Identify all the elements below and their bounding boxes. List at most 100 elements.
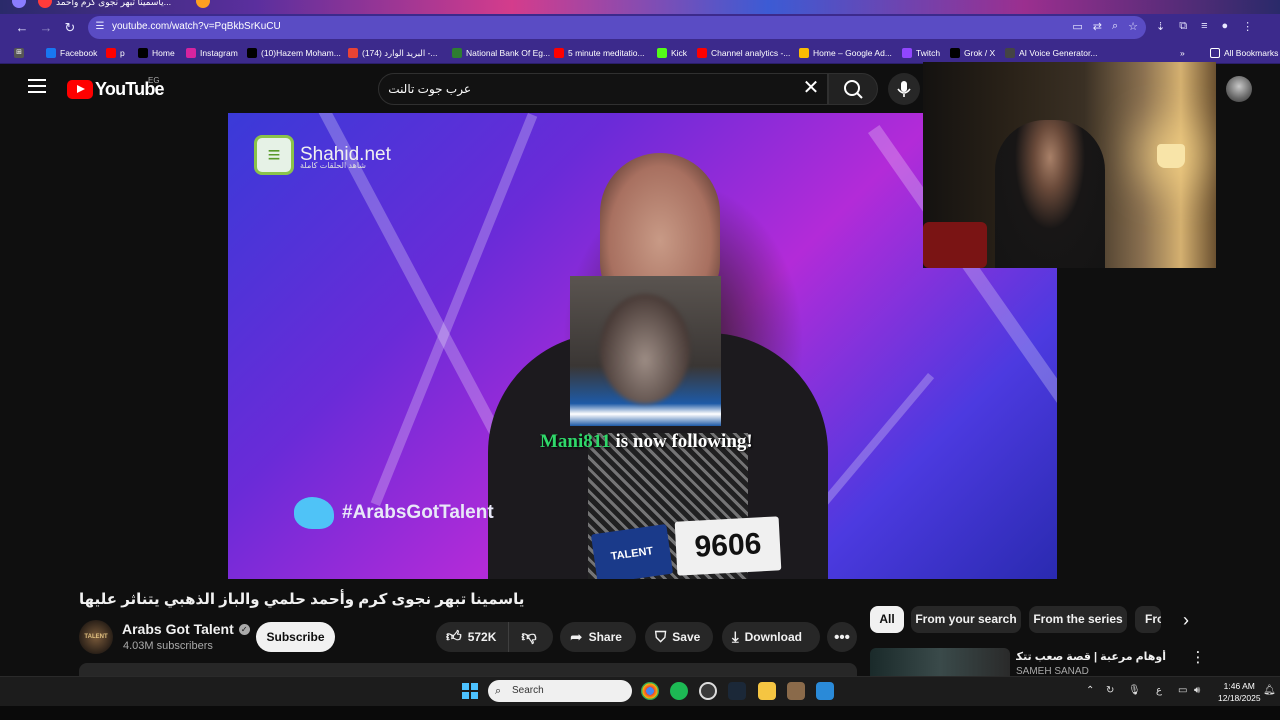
site-info-icon[interactable]: ☰: [94, 21, 106, 33]
screen: ياسمينا تبهر نجوى كرم وأحمد... ← → ↻ ☰ y…: [0, 0, 1280, 720]
translate-icon[interactable]: ⇄: [1093, 20, 1102, 33]
tab-title[interactable]: ياسمينا تبهر نجوى كرم وأحمد...: [56, 0, 171, 8]
bookmark-item[interactable]: Channel analytics -...: [697, 46, 790, 60]
network-icon[interactable]: ▭: [1178, 685, 1187, 696]
description-box[interactable]: [79, 663, 857, 677]
browser-menu-icon[interactable]: ⋮: [1242, 20, 1253, 33]
more-actions-button[interactable]: •••: [827, 622, 857, 652]
photos-icon[interactable]: [816, 682, 834, 700]
search-query[interactable]: عرب جوت تالنت: [388, 82, 471, 96]
save-button[interactable]: ⛉ Save: [645, 622, 713, 652]
tiktok-icon: [247, 48, 257, 58]
spotify-icon[interactable]: [670, 682, 688, 700]
voice-search-button[interactable]: [888, 73, 920, 105]
dislike-button[interactable]: 👎︎: [509, 628, 536, 646]
clear-search-icon[interactable]: ✕: [801, 78, 821, 98]
bookmark-label: p: [120, 48, 125, 58]
channel-name[interactable]: Arabs Got Talent: [122, 621, 234, 637]
windows-start-icon[interactable]: [462, 683, 478, 699]
system-clock[interactable]: 1:46 AM 12/18/2025: [1218, 680, 1261, 704]
taskbar-search[interactable]: ⌕ Search: [488, 680, 632, 702]
file-explorer-icon[interactable]: [758, 682, 776, 700]
bookmark-label: 5 minute meditatio...: [568, 48, 645, 58]
bookmark-item[interactable]: (174) البريد الوارد -...: [348, 46, 438, 60]
profile-icon[interactable]: ●: [1222, 20, 1229, 33]
hashtag-overlay: #ArabsGotTalent: [294, 497, 494, 529]
bookmark-item[interactable]: Facebook: [46, 46, 97, 60]
all-bookmarks-button[interactable]: All Bookmarks: [1210, 46, 1278, 60]
bookmark-item[interactable]: Twitch: [902, 46, 940, 60]
forward-icon[interactable]: →: [36, 18, 56, 38]
download-indicator-icon[interactable]: ⇣: [1156, 20, 1165, 33]
channel-name-link[interactable]: Arabs Got Talent ✓: [122, 621, 250, 637]
chip-all[interactable]: All: [870, 606, 904, 633]
share-button[interactable]: ➦ Share: [560, 622, 636, 652]
bookmark-item[interactable]: Home – Google Ad...: [799, 46, 892, 60]
bookmark-item[interactable]: Instagram: [186, 46, 238, 60]
volume-icon[interactable]: 🔊︎: [1194, 685, 1200, 696]
streamer-webcam: [923, 62, 1216, 268]
bookmark-label: Instagram: [200, 48, 238, 58]
url-text[interactable]: youtube.com/watch?v=PqBkbSrKuCU: [112, 21, 281, 32]
taskbar-search-placeholder: Search: [512, 685, 544, 696]
language-indicator[interactable]: ع: [1156, 685, 1162, 696]
download-button[interactable]: ⤓ Download: [722, 622, 820, 652]
webcam-lamp: [1157, 144, 1185, 168]
app-icon[interactable]: [787, 682, 805, 700]
obs-icon[interactable]: [699, 682, 717, 700]
bookmark-item[interactable]: AI Voice Generator...: [1005, 46, 1097, 60]
subscribe-button[interactable]: Subscribe: [256, 622, 335, 652]
account-avatar[interactable]: [1226, 76, 1252, 102]
bookmark-item[interactable]: 5 minute meditatio...: [554, 46, 645, 60]
cast-icon[interactable]: ▭: [1072, 20, 1082, 33]
zoom-icon[interactable]: ⌕: [1112, 20, 1118, 33]
tray-overflow-icon[interactable]: ⌃: [1086, 685, 1094, 696]
tray-sync-icon[interactable]: ↻: [1106, 685, 1114, 696]
like-button[interactable]: 👍︎ 572K: [436, 622, 510, 652]
recommendation-thumbnail[interactable]: [870, 648, 1010, 676]
youtube-tab-icon[interactable]: [38, 0, 52, 8]
contestant-number: 9606: [674, 516, 782, 576]
channel-avatar[interactable]: TALENT: [79, 620, 113, 654]
bookmark-star-icon[interactable]: ☆: [1128, 20, 1138, 33]
bookmark-label: National Bank Of Eg...: [466, 48, 551, 58]
extensions-icon[interactable]: ⧉: [1179, 20, 1187, 33]
tab-favicon[interactable]: [12, 0, 26, 8]
bookmark-item[interactable]: National Bank Of Eg...: [452, 46, 550, 60]
address-bar[interactable]: ☰ youtube.com/watch?v=PqBkbSrKuCU ▭ ⇄ ⌕ …: [88, 16, 1146, 39]
tray-mic-icon[interactable]: 🎙︎: [1128, 685, 1141, 696]
chevron-right-icon[interactable]: ›: [1174, 608, 1198, 632]
search-input[interactable]: عرب جوت تالنت: [378, 73, 828, 105]
chrome-icon[interactable]: [641, 682, 659, 700]
bookmark-item[interactable]: p: [106, 46, 125, 60]
chip-partial[interactable]: Fro: [1135, 606, 1161, 633]
menu-icon[interactable]: [28, 79, 46, 93]
apps-icon[interactable]: ⊞: [14, 46, 24, 60]
bookmark-label: (174) البريد الوارد -...: [362, 47, 438, 58]
youtube-play-icon: [67, 79, 93, 99]
bookmark-item[interactable]: (10)Hazem Moham...: [247, 46, 341, 60]
search-button[interactable]: [828, 73, 878, 105]
country-code: EG: [148, 76, 160, 85]
reload-icon[interactable]: ↻: [60, 18, 80, 38]
steam-icon[interactable]: [728, 682, 746, 700]
follower-name: Mani811: [540, 431, 611, 452]
browser-toolbar: ← → ↻ ☰ youtube.com/watch?v=PqBkbSrKuCU …: [0, 14, 1280, 42]
chip-from-the-series[interactable]: From the series: [1029, 606, 1127, 633]
recommendation-title[interactable]: أوهام مرعبة | قصة صعب تتكرر كثير: [1016, 650, 1166, 663]
youtube-icon: [554, 48, 564, 58]
back-icon[interactable]: ←: [12, 18, 32, 38]
chip-from-your-search[interactable]: From your search: [911, 606, 1021, 633]
reading-list-icon[interactable]: ≡: [1201, 20, 1207, 33]
more-bookmarks-icon[interactable]: »: [1180, 46, 1185, 60]
kick-icon: [657, 48, 667, 58]
more-vertical-icon[interactable]: ⋮: [1190, 648, 1206, 668]
hashtag-text: #ArabsGotTalent: [342, 502, 494, 523]
bookmark-item[interactable]: Kick: [657, 46, 687, 60]
notification-icon[interactable]: 🔔︎: [1263, 685, 1276, 696]
bookmark-item[interactable]: Home: [138, 46, 175, 60]
bookmark-item[interactable]: Grok / X: [950, 46, 995, 60]
mic-icon: [897, 81, 911, 97]
verified-icon: ✓: [238, 623, 250, 635]
subscriber-count: 4.03M subscribers: [123, 640, 213, 652]
